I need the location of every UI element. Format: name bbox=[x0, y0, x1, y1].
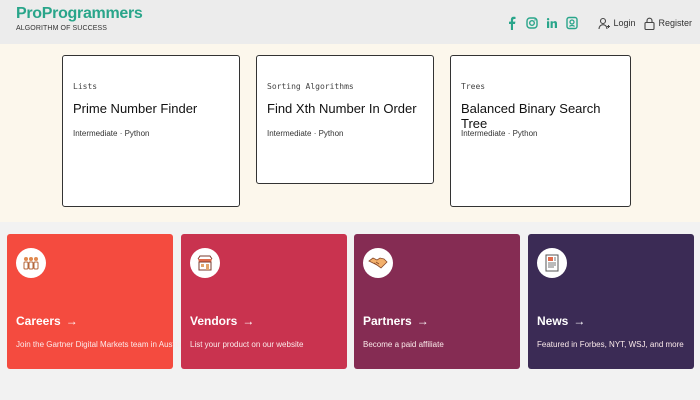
tile-title: Vendors → bbox=[190, 314, 254, 328]
card-meta: Intermediate · Python bbox=[461, 129, 538, 138]
handshake-icon bbox=[363, 248, 393, 278]
facebook-icon[interactable] bbox=[506, 16, 518, 30]
card-title: Prime Number Finder bbox=[73, 101, 198, 116]
arrow-right-icon: → bbox=[242, 314, 255, 328]
tile-title-text: Vendors bbox=[190, 314, 238, 328]
brand-name: ProProgrammers bbox=[16, 5, 143, 22]
brand-tagline: ALGORITHM OF SUCCESS bbox=[16, 25, 108, 32]
news-tile[interactable]: News → Featured in Forbes, NYT, WSJ, and… bbox=[528, 234, 694, 369]
tile-description: Join the Gartner Digital Markets team in… bbox=[16, 340, 184, 349]
tile-title: News → bbox=[537, 314, 585, 328]
tile-description: Featured in Forbes, NYT, WSJ, and more bbox=[537, 340, 684, 349]
card-category: Lists bbox=[73, 82, 98, 91]
instagram-icon[interactable] bbox=[526, 16, 539, 30]
partners-tile[interactable]: Partners → Become a paid affiliate bbox=[354, 234, 520, 369]
tile-description: List your product on our website bbox=[190, 340, 304, 349]
linkedin-icon[interactable] bbox=[546, 16, 558, 30]
tile-title-text: Partners bbox=[363, 314, 412, 328]
card-meta: Intermediate · Python bbox=[73, 129, 150, 138]
storefront-icon bbox=[190, 248, 220, 278]
tile-title-text: Careers bbox=[16, 314, 61, 328]
card-title: Find Xth Number In Order bbox=[267, 101, 417, 116]
arrow-right-icon: → bbox=[573, 314, 586, 328]
badge-icon[interactable] bbox=[566, 16, 579, 30]
social-links bbox=[506, 16, 579, 30]
user-icon bbox=[598, 16, 611, 30]
problem-card[interactable]: Lists Prime Number Finder Intermediate ·… bbox=[62, 55, 240, 207]
login-link[interactable]: Login bbox=[598, 16, 635, 30]
tile-title: Partners → bbox=[363, 314, 429, 328]
register-link[interactable]: Register bbox=[643, 16, 692, 30]
careers-tile[interactable]: Careers → Join the Gartner Digital Marke… bbox=[7, 234, 183, 369]
vendors-tile[interactable]: Vendors → List your product on our websi… bbox=[181, 234, 347, 369]
card-meta: Intermediate · Python bbox=[267, 129, 344, 138]
brand-logo[interactable]: ProProgrammers ALGORITHM OF SUCCESS bbox=[16, 5, 143, 33]
newspaper-icon bbox=[537, 248, 567, 278]
tile-description: Become a paid affiliate bbox=[363, 340, 444, 349]
card-category: Sorting Algorithms bbox=[267, 82, 354, 91]
arrow-right-icon: → bbox=[416, 314, 429, 328]
card-title: Balanced Binary Search Tree bbox=[461, 101, 601, 131]
tile-title-text: News bbox=[537, 314, 569, 328]
header-actions: Login Register bbox=[506, 14, 692, 32]
site-header: ProProgrammers ALGORITHM OF SUCCESS Logi… bbox=[0, 0, 700, 44]
card-category: Trees bbox=[461, 82, 486, 91]
login-label: Login bbox=[613, 18, 636, 28]
lock-icon bbox=[643, 16, 656, 30]
problem-card[interactable]: Sorting Algorithms Find Xth Number In Or… bbox=[256, 55, 434, 184]
arrow-right-icon: → bbox=[65, 314, 78, 328]
people-icon bbox=[16, 248, 46, 278]
tile-title: Careers → bbox=[16, 314, 78, 328]
problem-card[interactable]: Trees Balanced Binary Search Tree Interm… bbox=[450, 55, 631, 207]
register-label: Register bbox=[658, 18, 692, 28]
